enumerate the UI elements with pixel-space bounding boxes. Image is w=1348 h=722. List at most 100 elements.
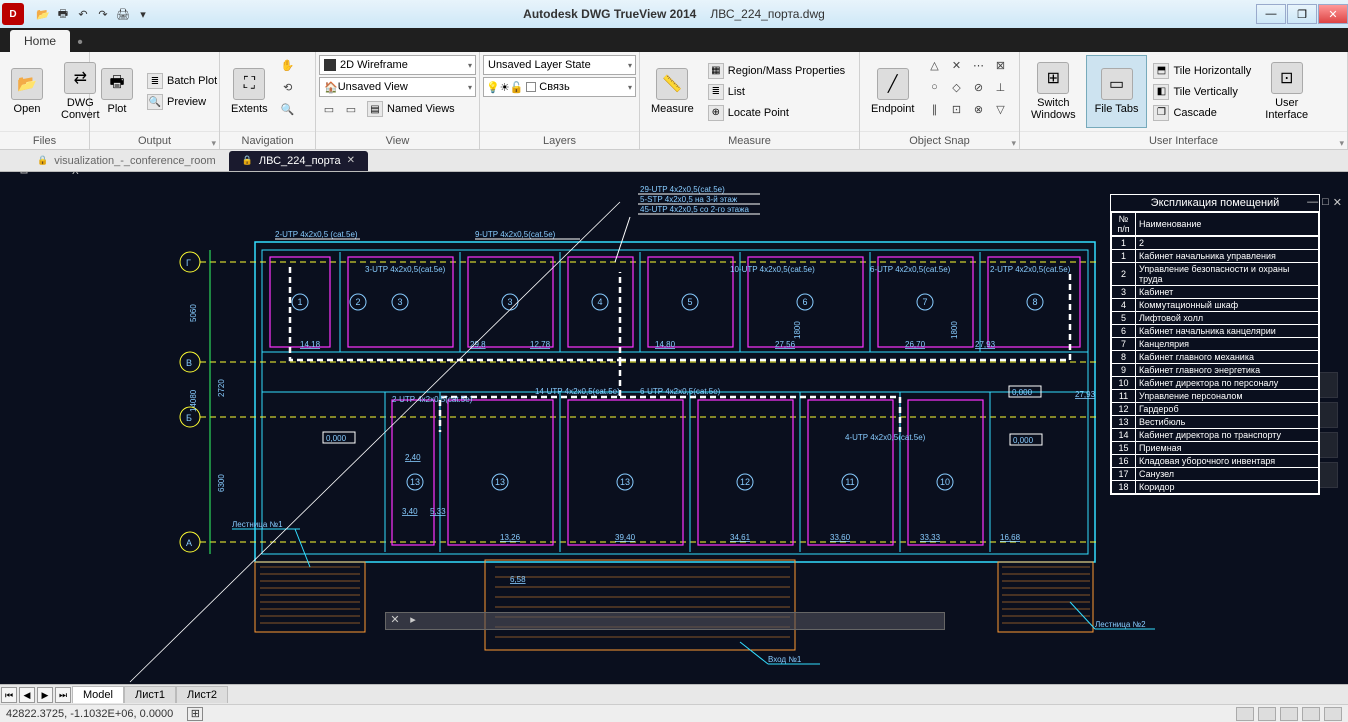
zoom-icon[interactable]: 🔍 xyxy=(278,99,298,119)
maximize-button[interactable]: ❐ xyxy=(1287,4,1317,24)
osnap-near-icon[interactable]: ▽ xyxy=(990,99,1010,119)
minimize-panel-icon[interactable]: — xyxy=(1307,196,1318,209)
table-title: Экспликация помещений xyxy=(1111,195,1319,212)
tile-h-icon: ⬒ xyxy=(1153,63,1169,79)
coords-readout: 42822.3725, -1.1032E+06, 0.0000 xyxy=(6,708,173,720)
table-row: 12Гардероб xyxy=(1112,403,1319,416)
status-toggle-icon[interactable]: ⊞ xyxy=(187,707,203,721)
tile-v-button[interactable]: ◧Tile Vertically xyxy=(1149,82,1255,102)
extents-button[interactable]: ⛶ Extents xyxy=(223,55,276,128)
locate-button[interactable]: ⊕Locate Point xyxy=(704,103,849,123)
measure-button[interactable]: 📏 Measure xyxy=(643,55,702,128)
visual-style-dropdown[interactable]: 2D Wireframe xyxy=(319,55,476,75)
preview-icon: 🔍 xyxy=(147,94,163,110)
file-tabs-button[interactable]: ▭ File Tabs xyxy=(1086,55,1148,128)
open-folder-icon: 📂 xyxy=(11,68,43,100)
file-tab-2[interactable]: 🔒ЛВС_224_порта✕ xyxy=(229,151,368,171)
osnap-mid-icon[interactable]: △ xyxy=(924,55,944,75)
layout-prev-icon[interactable]: ◀ xyxy=(19,687,35,703)
qat-open-icon[interactable]: 📂 xyxy=(34,5,52,23)
command-bar[interactable]: ✕ ▸ xyxy=(385,612,945,630)
app-icon[interactable]: D xyxy=(2,3,24,25)
file-tab-1[interactable]: 🔒visualization_-_conference_room xyxy=(24,151,229,171)
panel-layers-title: Layers xyxy=(480,131,639,149)
panel-measure: 📏 Measure ▦Region/Mass Properties ≣List … xyxy=(640,52,860,149)
orbit-icon[interactable]: ⟲ xyxy=(278,77,298,97)
cascade-icon: ❐ xyxy=(1153,105,1169,121)
osnap-per-icon[interactable]: ⊥ xyxy=(990,77,1010,97)
batch-plot-button[interactable]: ≣Batch Plot xyxy=(143,71,221,91)
expand-icon[interactable]: ▾ xyxy=(211,134,216,152)
region-button[interactable]: ▦Region/Mass Properties xyxy=(704,61,849,81)
osnap-tan-icon[interactable]: ⊘ xyxy=(968,77,988,97)
open-button[interactable]: 📂 Open xyxy=(3,55,51,128)
sb-snap-icon[interactable] xyxy=(1280,707,1298,721)
sb-max-icon[interactable] xyxy=(1302,707,1320,721)
tab-home[interactable]: Home xyxy=(10,30,70,52)
osnap-par-icon[interactable]: ∥ xyxy=(924,99,944,119)
osnap-node-icon[interactable]: ⊗ xyxy=(968,99,988,119)
minimize-button[interactable]: — xyxy=(1256,4,1286,24)
sb-model-icon[interactable] xyxy=(1236,707,1254,721)
close-panel-icon[interactable]: ✕ xyxy=(1333,196,1342,209)
switch-icon: ⊞ xyxy=(1037,62,1069,94)
ribbon: 📂 Open ⇄ DWG Convert Files 🖶 Plot ≣Batch… xyxy=(0,52,1348,150)
expand-icon[interactable]: ▾ xyxy=(1339,134,1344,152)
list-button[interactable]: ≣List xyxy=(704,82,849,102)
osnap-ext-icon[interactable]: ⋯ xyxy=(968,55,988,75)
doc-name: ЛВС_224_порта.dwg xyxy=(710,7,824,21)
close-icon[interactable]: ✕ xyxy=(347,155,355,166)
ribbon-tab-row: Home • xyxy=(0,28,1348,52)
tab-add-icon[interactable]: • xyxy=(70,34,90,52)
layout-next-icon[interactable]: ▶ xyxy=(37,687,53,703)
qat-redo-icon[interactable]: ↷ xyxy=(94,5,112,23)
layer-dropdown[interactable]: 💡☀🔓 Связь xyxy=(483,77,636,97)
table-row: 17Санузел xyxy=(1112,468,1319,481)
table-row: 3Кабинет xyxy=(1112,286,1319,299)
sb-grid-icon[interactable] xyxy=(1258,707,1276,721)
col-header-name: Наименование xyxy=(1136,213,1319,236)
batch-icon: ≣ xyxy=(147,73,163,89)
cmd-close-icon[interactable]: ✕ xyxy=(386,613,404,629)
pan-icon[interactable]: ✋ xyxy=(278,55,298,75)
named-views-button[interactable]: ▤Named Views xyxy=(363,99,459,119)
expand-icon[interactable]: ▾ xyxy=(1011,134,1016,152)
close-button[interactable]: ✕ xyxy=(1318,4,1348,24)
endpoint-button[interactable]: ╱ Endpoint xyxy=(863,55,922,128)
osnap-ins-icon[interactable]: ⊡ xyxy=(946,99,966,119)
quick-access-toolbar: 📂 🖶 ↶ ↷ 🖨 ▾ xyxy=(28,5,158,23)
qat-more-icon[interactable]: ▾ xyxy=(134,5,152,23)
layout-tab-2[interactable]: Лист2 xyxy=(176,686,228,703)
layer-state-dropdown[interactable]: Unsaved Layer State xyxy=(483,55,636,75)
cmd-arrow-icon[interactable]: ▸ xyxy=(404,613,422,629)
layout-first-icon[interactable]: ⏮ xyxy=(1,687,17,703)
qat-undo-icon[interactable]: ↶ xyxy=(74,5,92,23)
cascade-button[interactable]: ❐Cascade xyxy=(1149,103,1255,123)
tile-h-button[interactable]: ⬒Tile Horizontally xyxy=(1149,61,1255,81)
restore-panel-icon[interactable]: □ xyxy=(1322,196,1329,209)
table-row: 10Кабинет директора по персоналу xyxy=(1112,377,1319,390)
user-interface-button[interactable]: ⊡ User Interface xyxy=(1257,55,1316,128)
qat-plot-icon[interactable]: 🖶 xyxy=(54,5,72,23)
table-row: 13Вестибюль xyxy=(1112,416,1319,429)
panel-osnap-title: Object Snap▾ xyxy=(860,131,1019,149)
panel-nav-title: Navigation xyxy=(220,131,315,149)
preview-button[interactable]: 🔍Preview xyxy=(143,92,221,112)
layout-last-icon[interactable]: ⏭ xyxy=(55,687,71,703)
osnap-int-icon[interactable]: ✕ xyxy=(946,55,966,75)
osnap-qua-icon[interactable]: ◇ xyxy=(946,77,966,97)
qat-print-icon[interactable]: 🖨 xyxy=(114,5,132,23)
panel-navigation: ⛶ Extents ✋ ⟲ 🔍 Navigation xyxy=(220,52,316,149)
layout-tab-1[interactable]: Лист1 xyxy=(124,686,176,703)
layout-tab-model[interactable]: Model xyxy=(72,686,124,703)
view-icon-1[interactable]: ▭ xyxy=(319,99,339,119)
view-dropdown[interactable]: 🏠 Unsaved View xyxy=(319,77,476,97)
osnap-cen-icon[interactable]: ○ xyxy=(924,77,944,97)
view-icon-2[interactable]: ▭ xyxy=(341,99,361,119)
switch-windows-button[interactable]: ⊞ Switch Windows xyxy=(1023,55,1084,128)
title-text: Autodesk DWG TrueView 2014 ЛВС_224_порта… xyxy=(523,7,825,21)
table-row: 12 xyxy=(1112,237,1319,250)
sb-settings-icon[interactable] xyxy=(1324,707,1342,721)
plot-button[interactable]: 🖶 Plot xyxy=(93,55,141,128)
osnap-app-icon[interactable]: ⊠ xyxy=(990,55,1010,75)
